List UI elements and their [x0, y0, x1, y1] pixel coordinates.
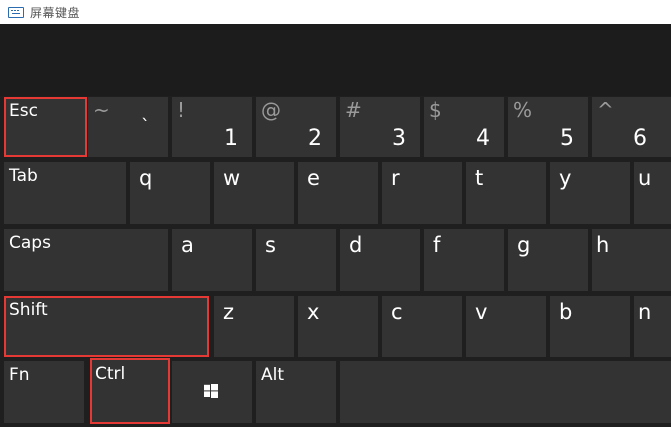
key-label: c: [391, 300, 403, 324]
key-shift[interactable]: Shift: [4, 296, 209, 357]
key-6[interactable]: ^ 6: [592, 97, 671, 157]
key-label: x: [307, 300, 320, 324]
key-label: u: [638, 166, 652, 190]
key-shift-symbol: %: [513, 98, 533, 122]
key-label: Esc: [9, 101, 38, 121]
key-main-symbol: 2: [308, 126, 322, 151]
key-4[interactable]: $ 4: [424, 97, 504, 157]
key-main-symbol: 4: [476, 126, 490, 151]
key-a[interactable]: a: [172, 229, 252, 291]
keyboard-icon: [8, 6, 24, 18]
key-b[interactable]: b: [550, 296, 630, 357]
key-label: f: [433, 233, 441, 257]
key-tilde[interactable]: ~ `: [88, 97, 168, 157]
key-3[interactable]: # 3: [340, 97, 420, 157]
top-band: [0, 24, 671, 96]
key-n[interactable]: n: [634, 296, 671, 357]
key-d[interactable]: d: [340, 229, 420, 291]
key-caps[interactable]: Caps: [4, 229, 168, 291]
key-tab[interactable]: Tab: [4, 162, 126, 224]
key-label: w: [223, 166, 241, 190]
key-label: b: [559, 300, 573, 324]
key-label: a: [181, 233, 194, 257]
key-r[interactable]: r: [382, 162, 462, 224]
key-label: Caps: [9, 233, 51, 253]
key-label: r: [391, 166, 400, 190]
key-win[interactable]: [172, 361, 252, 423]
key-5[interactable]: % 5: [508, 97, 588, 157]
key-shift-symbol: #: [345, 98, 362, 122]
key-spacebar[interactable]: [340, 361, 671, 423]
key-fn[interactable]: Fn: [4, 361, 84, 423]
key-z[interactable]: z: [214, 296, 294, 357]
key-label: q: [139, 166, 153, 190]
key-label: Tab: [9, 166, 38, 186]
key-u[interactable]: u: [634, 162, 671, 224]
key-main-symbol: `: [141, 116, 150, 137]
windows-logo-icon: [204, 384, 218, 398]
key-main-symbol: 1: [224, 126, 238, 151]
key-t[interactable]: t: [466, 162, 546, 224]
key-label: g: [517, 233, 531, 257]
key-w[interactable]: w: [214, 162, 294, 224]
title-bar: 屏幕键盘: [0, 0, 671, 24]
key-label: Ctrl: [95, 364, 126, 384]
key-c[interactable]: c: [382, 296, 462, 357]
key-q[interactable]: q: [130, 162, 210, 224]
key-alt[interactable]: Alt: [256, 361, 336, 423]
key-2[interactable]: @ 2: [256, 97, 336, 157]
key-esc[interactable]: Esc: [4, 97, 87, 157]
key-label: y: [559, 166, 572, 190]
key-ctrl[interactable]: Ctrl: [90, 358, 170, 424]
key-v[interactable]: v: [466, 296, 546, 357]
key-shift-symbol: ^: [597, 98, 614, 122]
key-main-symbol: 6: [633, 126, 647, 151]
key-shift-symbol: ~: [93, 98, 110, 122]
key-shift-symbol: @: [261, 98, 281, 122]
key-label: s: [265, 233, 276, 257]
key-label: d: [349, 233, 363, 257]
key-label: z: [223, 300, 235, 324]
key-label: n: [638, 300, 652, 324]
key-s[interactable]: s: [256, 229, 336, 291]
key-x[interactable]: x: [298, 296, 378, 357]
key-shift-symbol: !: [177, 98, 186, 122]
key-g[interactable]: g: [508, 229, 588, 291]
key-h[interactable]: h: [592, 229, 671, 291]
key-label: e: [307, 166, 320, 190]
key-label: Shift: [9, 300, 48, 320]
key-label: Alt: [261, 365, 285, 385]
key-main-symbol: 5: [560, 126, 574, 151]
key-f[interactable]: f: [424, 229, 504, 291]
key-e[interactable]: e: [298, 162, 378, 224]
key-y[interactable]: y: [550, 162, 630, 224]
key-1[interactable]: ! 1: [172, 97, 252, 157]
key-label: Fn: [9, 365, 30, 385]
key-label: v: [475, 300, 488, 324]
key-label: h: [596, 233, 610, 257]
window-title: 屏幕键盘: [30, 5, 81, 20]
key-main-symbol: 3: [392, 126, 406, 151]
key-shift-symbol: $: [429, 98, 442, 122]
key-label: t: [475, 166, 484, 190]
